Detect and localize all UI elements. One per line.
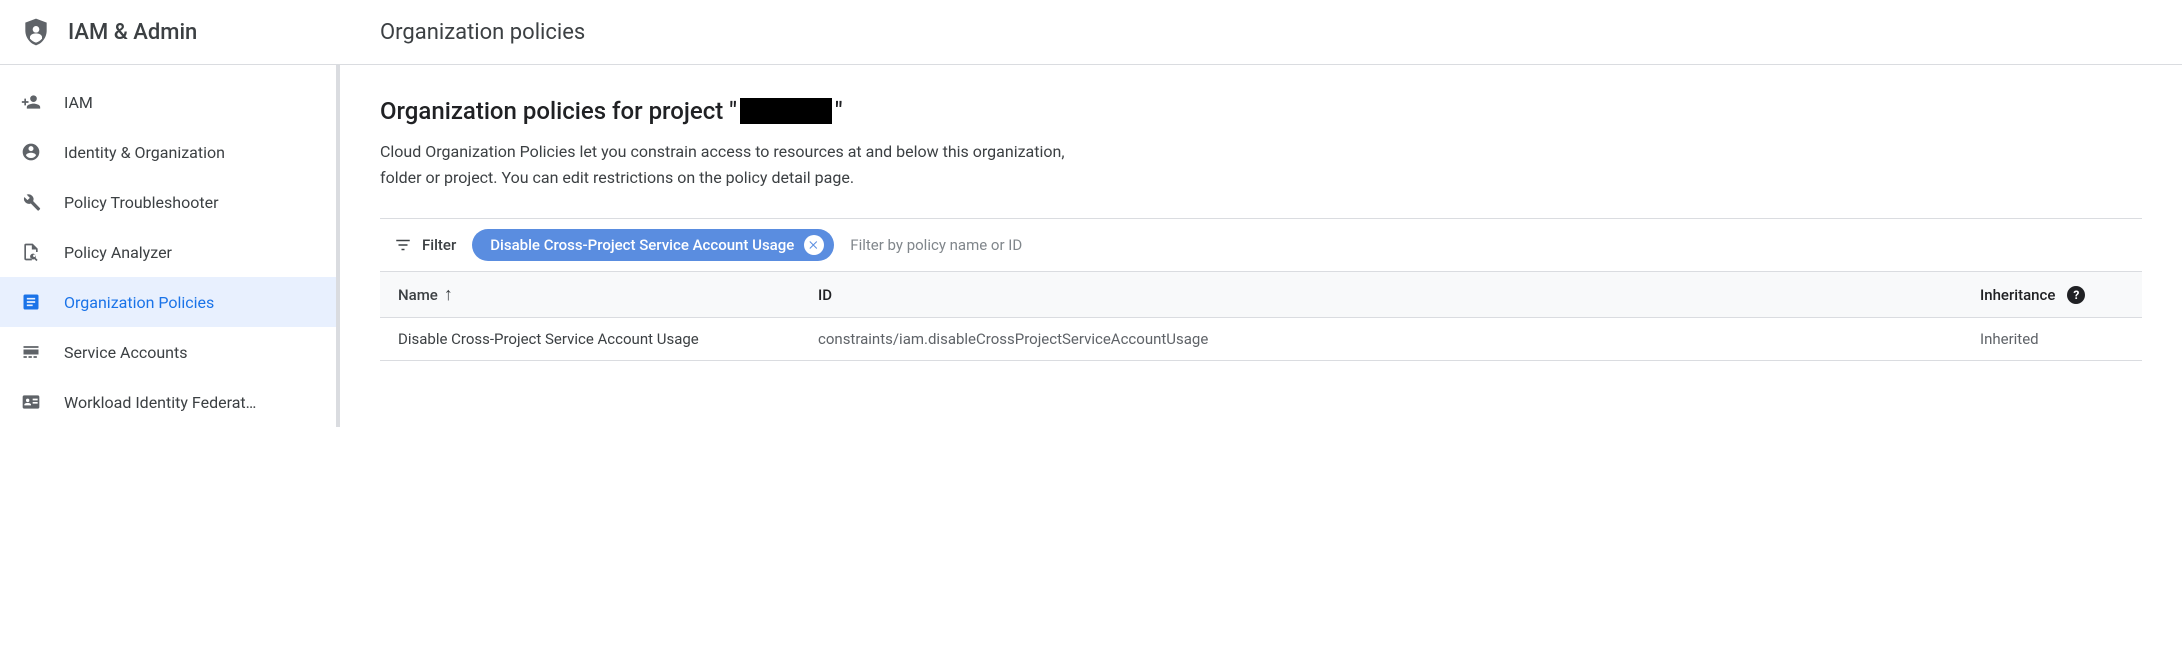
help-icon[interactable]: ? <box>2067 286 2085 304</box>
filter-label-wrap[interactable]: Filter <box>394 236 456 254</box>
doc-filled-icon <box>20 291 42 313</box>
page-subtitle: Organization policies for project " " <box>380 97 2142 125</box>
page-description: Cloud Organization Policies let you cons… <box>380 139 1100 190</box>
person-circle-icon <box>20 141 42 163</box>
key-cog-icon <box>20 341 42 363</box>
col-header-id[interactable]: ID <box>800 272 1962 317</box>
filter-chip-label: Disable Cross-Project Service Account Us… <box>490 236 794 254</box>
top-header: IAM & Admin Organization policies <box>0 0 2182 65</box>
product-title: IAM & Admin <box>68 20 197 45</box>
doc-search-icon <box>20 241 42 263</box>
table-row[interactable]: Disable Cross-Project Service Account Us… <box>380 318 2142 361</box>
sidebar: IAM Identity & Organization Policy Troub… <box>0 65 340 427</box>
person-add-icon <box>20 91 42 113</box>
iam-shield-icon <box>20 16 52 48</box>
subtitle-prefix: Organization policies for project " <box>380 97 737 125</box>
sidebar-item-identity-organization[interactable]: Identity & Organization <box>0 127 336 177</box>
wrench-icon <box>20 191 42 213</box>
sidebar-item-policy-troubleshooter[interactable]: Policy Troubleshooter <box>0 177 336 227</box>
sidebar-item-workload-identity-federation[interactable]: Workload Identity Federat… <box>0 377 336 427</box>
cell-inheritance: Inherited <box>1962 318 2142 360</box>
subtitle-suffix: " <box>835 97 843 125</box>
cell-name: Disable Cross-Project Service Account Us… <box>380 318 800 360</box>
cell-id: constraints/iam.disableCrossProjectServi… <box>800 318 1962 360</box>
sidebar-item-label: Organization Policies <box>64 293 316 312</box>
filter-bar: Filter Disable Cross-Project Service Acc… <box>380 218 2142 271</box>
sidebar-item-label: Service Accounts <box>64 343 316 362</box>
sort-ascending-icon: ↑ <box>444 284 453 305</box>
policies-table: Name ↑ ID Inheritance ? Disable Cross-Pr… <box>380 271 2142 361</box>
id-card-icon <box>20 391 42 413</box>
sidebar-item-iam[interactable]: IAM <box>0 77 336 127</box>
sidebar-item-policy-analyzer[interactable]: Policy Analyzer <box>0 227 336 277</box>
sidebar-item-organization-policies[interactable]: Organization Policies <box>0 277 336 327</box>
page-header: Organization policies <box>340 0 2182 64</box>
col-header-name[interactable]: Name ↑ <box>380 272 800 317</box>
col-header-inheritance-label: Inheritance <box>1980 286 2055 304</box>
chip-close-icon[interactable] <box>804 235 824 255</box>
sidebar-item-label: IAM <box>64 93 316 112</box>
col-header-inheritance[interactable]: Inheritance ? <box>1962 272 2142 317</box>
sidebar-item-label: Workload Identity Federat… <box>64 393 316 412</box>
main-content: Organization policies for project " " Cl… <box>340 65 2182 427</box>
filter-icon <box>394 236 412 254</box>
project-name-redacted <box>740 98 832 124</box>
filter-label: Filter <box>422 236 456 254</box>
product-header: IAM & Admin <box>0 0 340 64</box>
page-title: Organization policies <box>380 20 585 45</box>
filter-chip[interactable]: Disable Cross-Project Service Account Us… <box>472 229 834 261</box>
table-header-row: Name ↑ ID Inheritance ? <box>380 272 2142 318</box>
sidebar-item-label: Policy Troubleshooter <box>64 193 316 212</box>
col-header-name-label: Name <box>398 286 438 304</box>
sidebar-item-service-accounts[interactable]: Service Accounts <box>0 327 336 377</box>
sidebar-item-label: Identity & Organization <box>64 143 316 162</box>
col-header-id-label: ID <box>818 286 832 304</box>
sidebar-item-label: Policy Analyzer <box>64 243 316 262</box>
filter-input[interactable] <box>850 236 2128 254</box>
